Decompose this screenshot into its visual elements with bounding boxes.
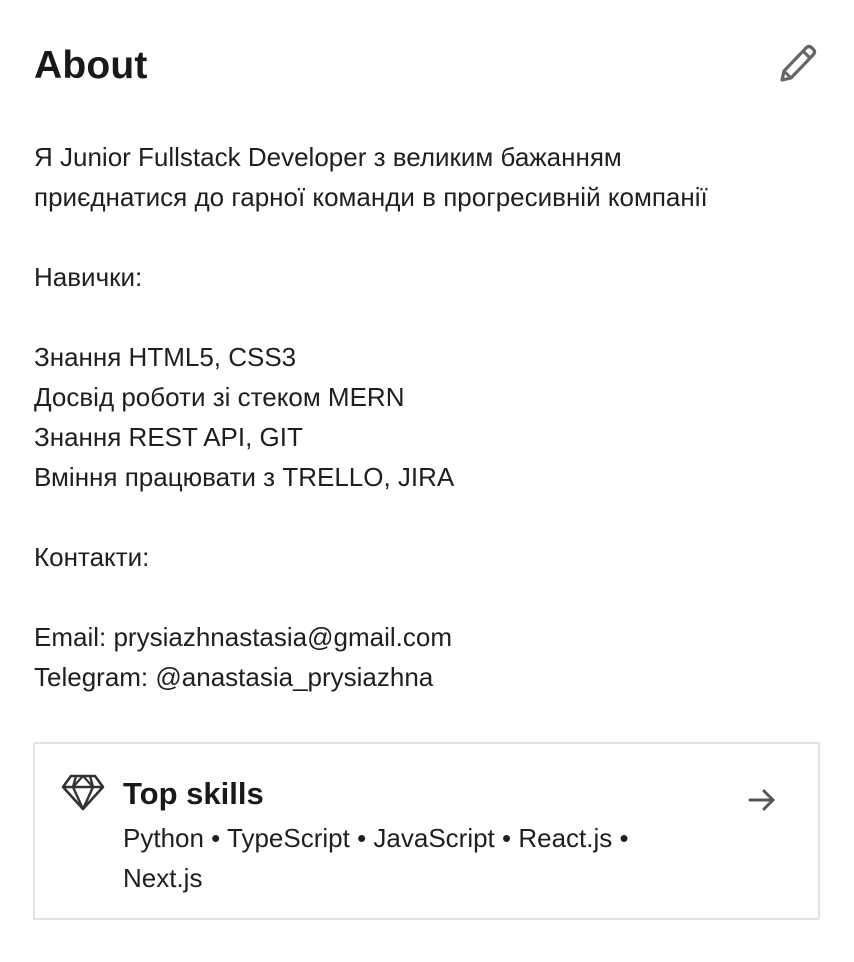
top-skills-card[interactable]: Top skills Python • TypeScript • JavaScr…: [33, 742, 820, 920]
about-line: приєднатися до гарної команди в прогреси…: [34, 182, 708, 212]
pencil-icon: [780, 44, 817, 82]
about-line: Email: prysiazhnastasia@gmail.com: [34, 622, 452, 652]
top-skills-line: Python • TypeScript • JavaScript • React…: [123, 823, 629, 853]
about-line: Знання REST API, GIT: [34, 422, 303, 452]
about-line: Telegram: @anastasia_prysiazhna: [34, 662, 434, 692]
about-description: Я Junior Fullstack Developer з великим б…: [34, 137, 824, 697]
arrow-right-icon[interactable]: [746, 784, 778, 816]
about-line: Контакти:: [34, 542, 150, 572]
top-skills-list: Python • TypeScript • JavaScript • React…: [123, 818, 743, 898]
about-header: About: [34, 40, 820, 96]
about-line: Навички:: [34, 262, 143, 292]
about-line: Знання HTML5, CSS3: [34, 342, 297, 372]
about-line: Вміння працювати з TRELLO, JIRA: [34, 462, 455, 492]
section-title: About: [34, 44, 148, 87]
diamond-icon: [61, 774, 105, 811]
about-line: Я Junior Fullstack Developer з великим б…: [34, 142, 622, 172]
top-skills-line: Next.js: [123, 863, 203, 893]
about-card: About Я Junior Fullstack Developer з вел…: [0, 0, 854, 962]
edit-button[interactable]: [774, 40, 818, 86]
about-line: Досвід роботи зі стеком MERN: [34, 382, 405, 412]
top-skills-title: Top skills: [123, 776, 264, 811]
